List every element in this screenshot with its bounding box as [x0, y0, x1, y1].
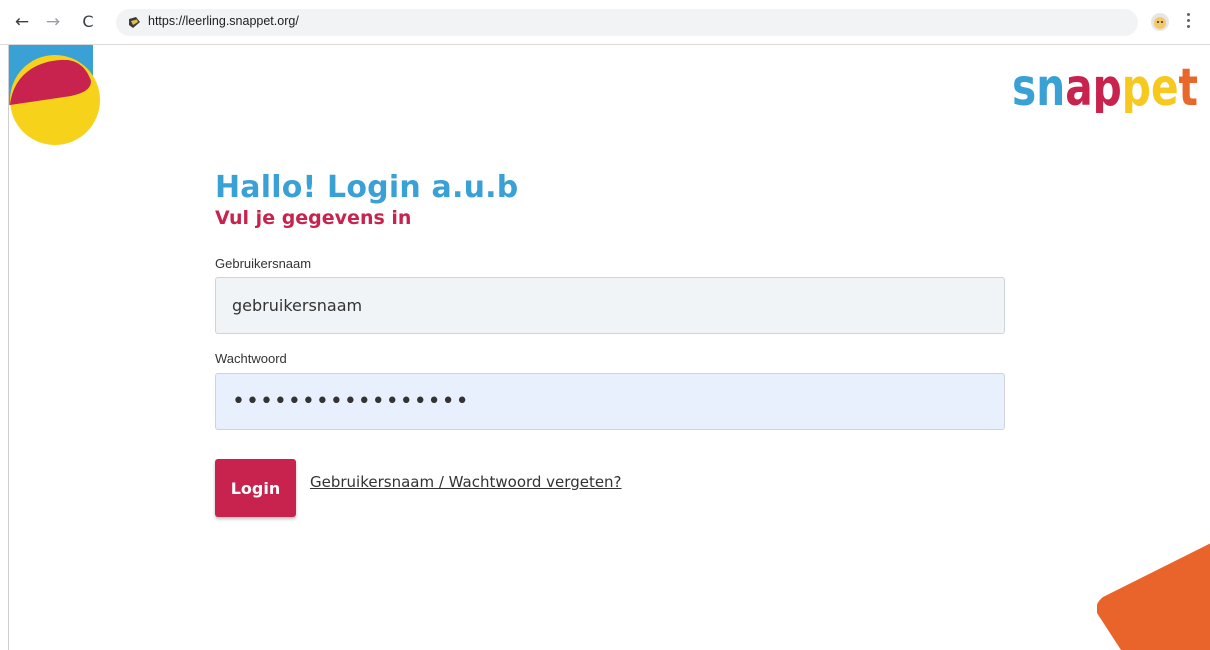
- forward-button[interactable]: →: [43, 12, 63, 32]
- address-url: https://leerling.snappet.org/: [148, 14, 299, 28]
- logo-letter: t: [1179, 58, 1198, 113]
- password-input[interactable]: [215, 373, 1005, 430]
- decorative-shapes-top-left: [9, 45, 100, 145]
- logo-letter: e: [1151, 58, 1179, 113]
- site-favicon-icon: [129, 17, 140, 28]
- page-content: snappet Hallo! Login a.u.b Vul je gegeve…: [8, 45, 1210, 650]
- back-button[interactable]: ←: [12, 12, 32, 32]
- arrow-right-icon: →: [45, 12, 61, 32]
- svg-text:snappet: snappet: [1012, 58, 1198, 113]
- logo-letter: s: [1012, 58, 1036, 113]
- page-subtitle: Vul je gegevens in: [215, 207, 412, 229]
- login-button[interactable]: Login: [215, 459, 296, 517]
- forgot-credentials-link[interactable]: Gebruikersnaam / Wachtwoord vergeten?: [310, 473, 622, 491]
- logo-letter: n: [1036, 58, 1065, 113]
- page-title: Hallo! Login a.u.b: [215, 170, 519, 205]
- reload-button[interactable]: C: [78, 12, 98, 32]
- username-input[interactable]: [215, 277, 1005, 334]
- password-label: Wachtwoord: [215, 351, 287, 366]
- decorative-shape-bottom-right: [1097, 543, 1210, 650]
- address-bar[interactable]: https://leerling.snappet.org/: [116, 9, 1138, 36]
- browser-toolbar: ← → C https://leerling.snappet.org/: [0, 0, 1210, 45]
- logo-letter: a: [1065, 58, 1092, 113]
- reload-icon: C: [82, 12, 94, 31]
- browser-menu-icon[interactable]: [1185, 13, 1191, 31]
- username-label: Gebruikersnaam: [215, 256, 312, 271]
- arrow-left-icon: ←: [14, 12, 30, 32]
- snappet-logo: snappet: [1012, 58, 1198, 113]
- logo-letter: p: [1122, 58, 1151, 113]
- logo-letter: p: [1093, 58, 1122, 113]
- profile-avatar-icon[interactable]: [1150, 12, 1170, 32]
